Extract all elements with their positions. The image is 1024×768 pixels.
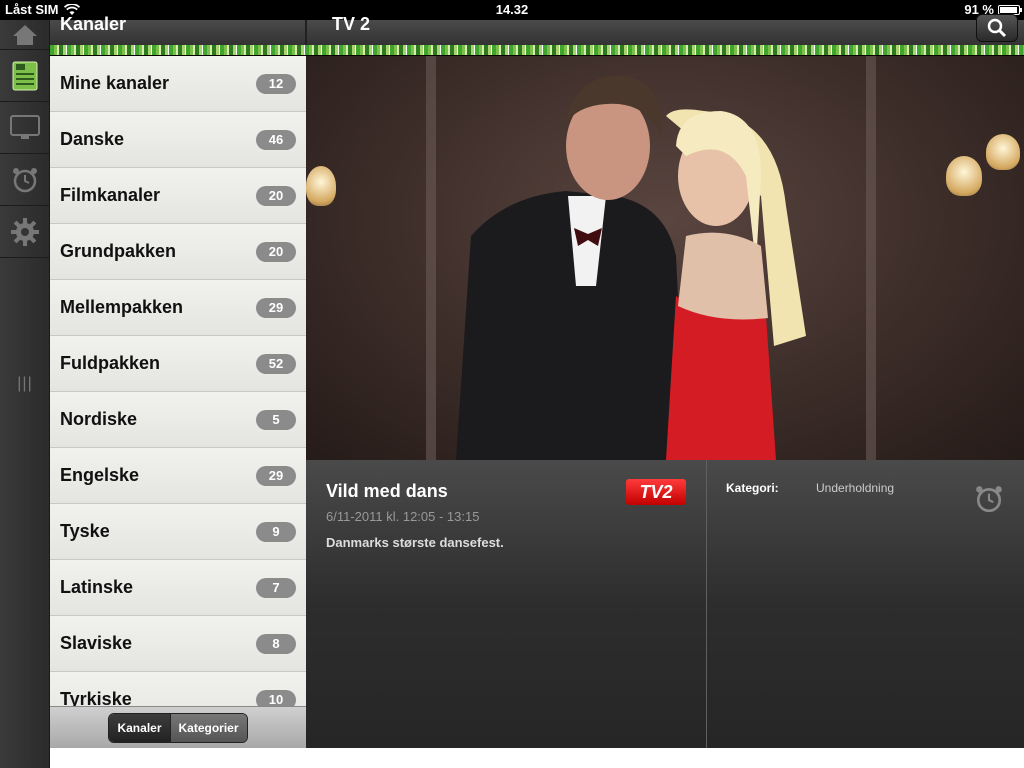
side-nav-rail: ||| [0,20,50,768]
home-icon [12,24,37,45]
channel-group-name: Filmkanaler [60,185,161,205]
program-time: 6/11-2011 kl. 12:05 - 13:15 [326,509,480,524]
status-bar: Låst SIM 14.32 91 % [0,0,1024,20]
program-info-panel: Vild med dans 6/11-2011 kl. 12:05 - 13:1… [306,460,1024,748]
program-title: Vild med dans [326,481,448,501]
alarm-clock-icon [976,486,1002,513]
program-image [306,56,1024,460]
rail-item-reminders[interactable] [0,154,49,206]
channel-count-badge: 5 [256,409,296,430]
channel-group-name: Tyrkiske [60,689,132,706]
program-description: Danmarks største dansefest. [326,535,504,550]
channel-group-name: Engelske [60,465,140,485]
channel-count-badge: 10 [256,689,296,706]
list-item[interactable]: Engelske 29 [50,448,306,504]
battery-icon [998,4,1022,15]
rail-item-tv-guide[interactable] [0,50,49,102]
rail-drag-handle[interactable]: ||| [0,375,50,393]
channel-count-badge: 12 [256,73,296,94]
list-item[interactable]: Tyrkiske 10 [50,672,306,706]
channel-count-badge: 20 [256,241,296,262]
info-divider [706,460,707,748]
page-title: TV 2 [332,14,371,34]
status-time: 14.32 [495,2,529,17]
channel-group-name: Slaviske [60,633,133,653]
channel-group-name: Fuldpakken [60,353,161,373]
list-item[interactable]: Nordiske 5 [50,392,306,448]
list-item[interactable]: Slaviske 8 [50,616,306,672]
search-button[interactable] [976,14,1018,42]
list-toolbar: Kanaler Kategorier [50,706,306,748]
list-item[interactable]: Tyske 9 [50,504,306,560]
channel-count-badge: 8 [256,633,296,654]
tv-guide-icon [12,61,37,90]
monitor-icon [9,114,40,139]
list-item[interactable]: Mine kanaler 12 [50,56,306,112]
channel-group-name: Danske [60,129,125,149]
channel-count-badge: 7 [256,577,296,598]
list-item[interactable]: Grundpakken 20 [50,224,306,280]
list-title: Kanaler [60,14,127,34]
top-header: Kanaler TV 2 [50,14,1024,45]
set-reminder-button[interactable] [974,484,1004,514]
rail-item-live-tv[interactable] [0,102,49,154]
channel-count-badge: 20 [256,185,296,206]
header-divider [305,20,307,45]
channel-group-name: Latinske [60,577,134,597]
segmented-control: Kanaler Kategorier [108,712,248,743]
tab-categories[interactable]: Kategorier [169,713,247,742]
channel-logo: TV2 [626,479,686,505]
category-label: Kategori: [726,481,779,495]
tab-channels[interactable]: Kanaler [109,713,170,742]
channel-group-name: Tyske [60,521,110,541]
channel-group-name: Grundpakken [60,241,177,261]
list-item[interactable]: Fuldpakken 52 [50,336,306,392]
channel-count-badge: 29 [256,465,296,486]
list-item[interactable]: Filmkanaler 20 [50,168,306,224]
channel-count-badge: 29 [256,297,296,318]
gear-icon [10,217,39,246]
search-icon [987,18,1007,38]
list-item[interactable]: Mellempakken 29 [50,280,306,336]
green-stripe-divider [50,45,1024,55]
channel-count-badge: 52 [256,353,296,374]
category-value: Underholdning [816,481,895,495]
channel-group-name: Mine kanaler [60,73,170,93]
alarm-clock-icon [12,167,37,192]
list-item[interactable]: Danske 46 [50,112,306,168]
list-item[interactable]: Latinske 7 [50,560,306,616]
channel-group-name: Mellempakken [60,297,184,317]
channel-count-badge: 9 [256,521,296,542]
channel-group-name: Nordiske [60,409,138,429]
rail-item-home[interactable] [0,20,49,50]
channel-group-list[interactable]: Mine kanaler 12 Danske 46 Filmkanaler 20 Grund… [50,56,306,706]
rail-item-settings[interactable] [0,206,49,258]
dancing-couple-illustration [456,75,806,460]
channel-count-badge: 46 [256,129,296,150]
bottom-edge [50,748,1024,768]
